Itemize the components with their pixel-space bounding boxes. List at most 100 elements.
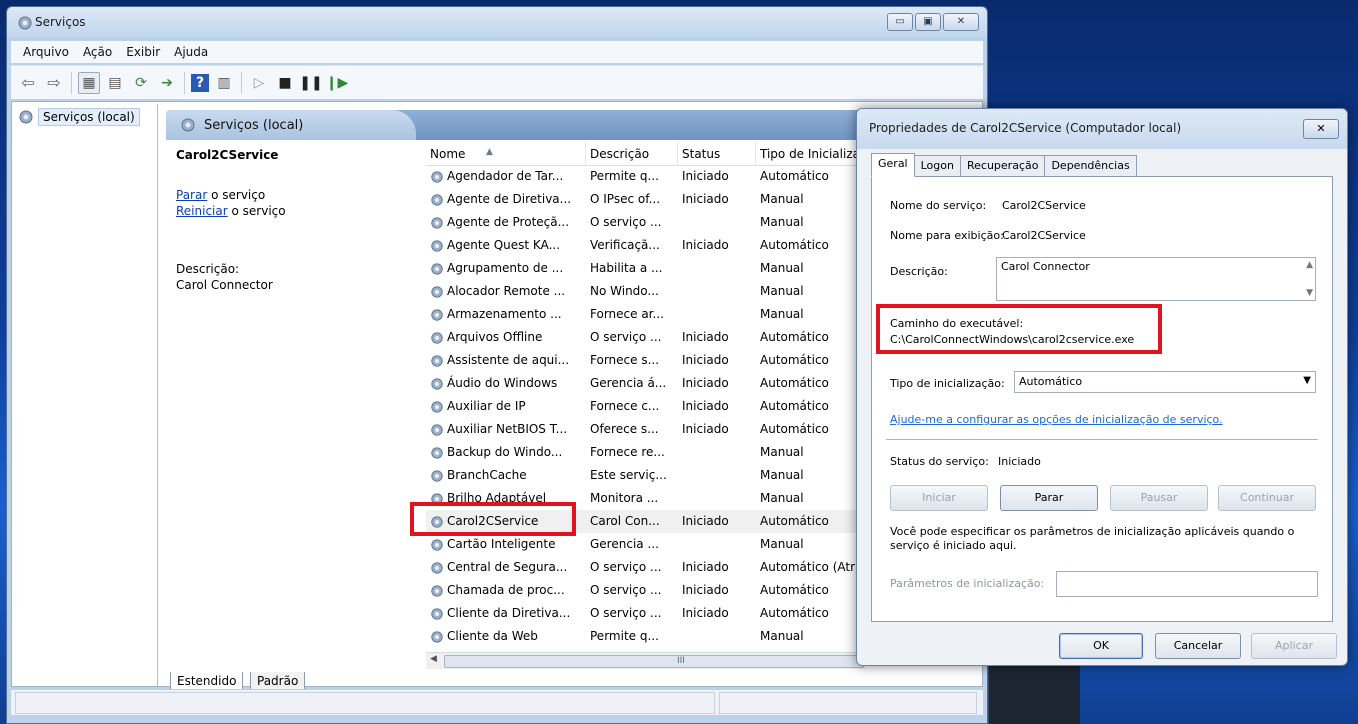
minimize-button[interactable]: ▭ <box>887 13 913 31</box>
apply-button[interactable]: Aplicar <box>1251 633 1337 659</box>
description-field[interactable]: Carol Connector ▲ ▼ <box>996 257 1316 301</box>
forward-arrow-icon[interactable]: ⇨ <box>43 72 65 94</box>
tab-geral[interactable]: Geral <box>871 153 915 177</box>
status-bar <box>11 689 983 715</box>
row-name: Chamada de proc... <box>447 583 565 597</box>
tab-dependencias[interactable]: Dependências <box>1044 155 1137 177</box>
row-description: Habilita a ... <box>590 261 663 275</box>
table-row[interactable]: Agente Quest KA... Verificaçã... Iniciado A… <box>426 234 866 257</box>
properties-icon[interactable]: ▤ <box>104 72 126 94</box>
pause-button[interactable]: Pausar <box>1110 485 1208 511</box>
menu-ajuda[interactable]: Ajuda <box>168 43 214 61</box>
gear-icon <box>430 446 444 460</box>
gear-icon <box>430 193 444 207</box>
table-row[interactable]: BranchCache Este serviç... Manual <box>426 464 866 487</box>
restart-icon[interactable]: ❙▶ <box>326 72 349 94</box>
show-hide-icon[interactable]: ▥ <box>213 72 235 94</box>
export-icon[interactable]: ➔ <box>156 72 178 94</box>
row-startup: Automático <box>760 422 829 436</box>
scroll-down-icon[interactable]: ▼ <box>1306 288 1313 298</box>
restart-service-suffix: o serviço <box>227 204 286 218</box>
dialog-close-button[interactable]: ✕ <box>1303 119 1339 139</box>
table-row[interactable]: Áudio do Windows Gerencia á... Iniciado Aut… <box>426 372 866 395</box>
column-header-name[interactable]: Nome ▲ <box>426 142 586 166</box>
row-status: Iniciado <box>682 514 729 528</box>
table-row[interactable]: Agente de Diretiva... O IPsec of... Inicia… <box>426 188 866 211</box>
table-row[interactable]: Cartão Inteligente Gerencia ... Manual <box>426 533 866 556</box>
help-icon[interactable]: ? <box>191 73 209 92</box>
resume-button[interactable]: Continuar <box>1218 485 1316 511</box>
column-header-startup[interactable]: Tipo de Inicializa <box>756 142 866 166</box>
menu-acao[interactable]: Ação <box>77 43 118 61</box>
stop-icon[interactable]: ■ <box>274 72 296 94</box>
column-header-description[interactable]: Descrição <box>586 142 678 166</box>
row-description: Permite q... <box>590 629 659 643</box>
table-row[interactable]: Auxiliar NetBIOS T... Oferece s... Iniciad… <box>426 418 866 441</box>
row-name: Central de Segura... <box>447 560 568 574</box>
menu-bar: Arquivo Ação Exibir Ajuda <box>11 41 983 63</box>
status-cell <box>719 692 977 714</box>
table-row[interactable]: Arquivos Offline O serviço ... Iniciado Aut… <box>426 326 866 349</box>
restart-service-link[interactable]: Reiniciar <box>176 204 228 218</box>
row-status: Iniciado <box>682 169 729 183</box>
table-row[interactable]: Backup do Windo... Fornece re... Manual <box>426 441 866 464</box>
window-controls: ▭ ▣ ✕ <box>887 13 979 33</box>
back-arrow-icon[interactable]: ⇦ <box>17 72 39 94</box>
services-window: Serviços ▭ ▣ ✕ Arquivo Ação Exibir Ajuda… <box>6 6 988 724</box>
close-button[interactable]: ✕ <box>943 13 979 31</box>
highlight-exe-path <box>876 304 1162 354</box>
startup-type-value: Automático <box>1019 375 1083 388</box>
row-startup: Manual <box>760 491 804 505</box>
menu-exibir[interactable]: Exibir <box>120 43 166 61</box>
gear-icon <box>430 308 444 322</box>
row-startup: Automático <box>760 330 829 344</box>
row-startup: Automático <box>760 353 829 367</box>
row-name: Agendador de Tar... <box>447 169 564 183</box>
table-row[interactable]: Chamada de proc... O serviço ... Iniciado A… <box>426 579 866 602</box>
scrollbar-thumb[interactable]: III <box>444 655 864 668</box>
start-button[interactable]: Iniciar <box>890 485 988 511</box>
maximize-button[interactable]: ▣ <box>915 13 941 31</box>
table-row[interactable]: Alocador Remote ... No Windo... Manual <box>426 280 866 303</box>
table-row[interactable]: Cliente da Diretiva... O serviço ... Inici… <box>426 602 866 625</box>
table-row[interactable]: Central de Segura... O serviço ... Iniciad… <box>426 556 866 579</box>
horizontal-scrollbar[interactable]: ◀ III <box>426 652 866 669</box>
row-name: Armazenamento ... <box>447 307 562 321</box>
table-row[interactable]: Armazenamento ... Fornece ar... Manual <box>426 303 866 326</box>
table-row[interactable]: Agrupamento de ... Habilita a ... Manual <box>426 257 866 280</box>
help-startup-link[interactable]: Ajude-me a configurar as opções de inici… <box>890 413 1223 426</box>
row-startup: Manual <box>760 284 804 298</box>
cancel-button[interactable]: Cancelar <box>1155 633 1241 659</box>
row-status: Iniciado <box>682 399 729 413</box>
table-row[interactable]: Agendador de Tar... Permite q... Iniciado A… <box>426 165 866 188</box>
details-pane: Carol2CService Parar o serviço Reiniciar… <box>166 142 416 672</box>
dialog-title-bar[interactable]: Propriedades de Carol2CService (Computad… <box>857 109 1347 149</box>
refresh-icon[interactable]: ⟳ <box>130 72 152 94</box>
scroll-left-icon[interactable]: ◀ <box>430 654 437 664</box>
description-field-value: Carol Connector <box>1001 260 1090 273</box>
table-row[interactable]: Cliente da Web Permite q... Manual <box>426 625 866 648</box>
menu-arquivo[interactable]: Arquivo <box>17 43 75 61</box>
table-row[interactable]: Auxiliar de IP Fornece c... Iniciado Automá… <box>426 395 866 418</box>
row-description: O serviço ... <box>590 560 662 574</box>
tree-item-services-local[interactable]: Serviços (local) <box>18 108 140 126</box>
row-status <box>682 441 756 464</box>
panel-header-title: Serviços (local) <box>204 117 304 133</box>
scroll-up-icon[interactable]: ▲ <box>1306 260 1313 270</box>
stop-service-link[interactable]: Parar <box>176 188 207 202</box>
console-tree-icon[interactable]: ▦ <box>78 71 100 94</box>
gear-icon <box>181 118 195 132</box>
title-bar[interactable]: Serviços ▭ ▣ ✕ <box>7 7 987 37</box>
table-row[interactable]: Agente de Proteçã... O serviço ... Manual <box>426 211 866 234</box>
table-row[interactable]: Assistente de aqui... Fornece s... Iniciad… <box>426 349 866 372</box>
pause-icon[interactable]: ❚❚ <box>299 72 322 94</box>
ok-button[interactable]: OK <box>1059 633 1143 659</box>
stop-button[interactable]: Parar <box>1000 485 1098 511</box>
play-icon[interactable]: ▷ <box>248 72 270 94</box>
tab-logon[interactable]: Logon <box>913 155 961 177</box>
tab-recuperacao[interactable]: Recuperação <box>959 155 1046 177</box>
column-header-status[interactable]: Status <box>678 142 756 166</box>
row-name-cell: Agente de Proteçã... <box>430 211 584 234</box>
params-input[interactable] <box>1056 571 1318 597</box>
startup-type-select[interactable]: Automático ▼ <box>1014 371 1316 393</box>
